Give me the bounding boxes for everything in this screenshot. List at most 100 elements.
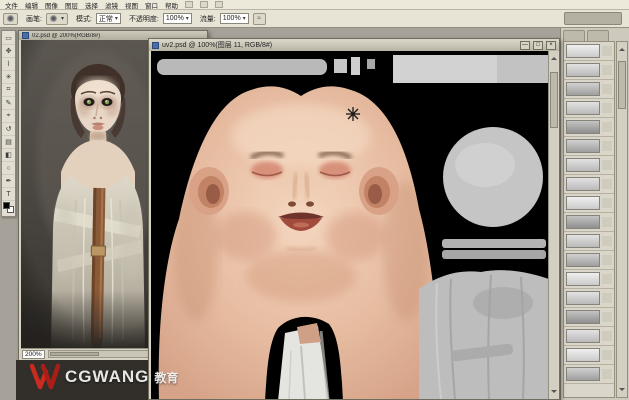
scroll-down-icon[interactable] [551,390,557,396]
uv-white-piece [278,323,329,399]
pen-tool[interactable]: ✒ [2,175,15,188]
scroll-up-icon[interactable] [619,45,625,51]
mode-select[interactable]: 正常 [96,13,121,24]
menu-item-file[interactable]: 文件 [5,0,18,10]
menu-item-help[interactable]: 帮助 [165,0,178,10]
eraser-icon: ▤ [5,138,12,146]
layer-thumbnail [566,253,600,267]
palette-well [564,12,622,25]
menu-item-filter[interactable]: 滤镜 [105,0,118,10]
clone-stamp-icon: ⌖ [7,112,11,120]
opacity-value: 100% [166,15,184,22]
layer-row[interactable] [564,137,614,156]
cgwang-logo-icon [30,364,60,390]
gradient-icon: ◧ [5,151,12,159]
layer-row[interactable] [564,99,614,118]
doc2-v-scrollbar[interactable] [548,51,558,399]
layer-name-area [602,236,612,246]
history-brush-tool[interactable]: ↺ [2,123,15,136]
menu-item-edit[interactable]: 编辑 [25,0,38,10]
lasso-tool[interactable]: ⌇ [2,58,15,71]
history-brush-icon: ↺ [6,125,12,133]
color-swatches[interactable] [2,201,15,215]
blur-tool[interactable]: ○ [2,162,15,175]
foreground-color-swatch[interactable] [3,202,10,209]
options-bar: 画笔: 模式: 正常 不透明度: 100% 流量: 100% ≈ [0,10,629,28]
brush-tool[interactable]: ✎ [2,97,15,110]
text-tool[interactable]: T [2,188,15,201]
menu-item-layer[interactable]: 图层 [65,0,78,10]
menu-item-image[interactable]: 图像 [45,0,58,10]
panel-tabs [561,28,629,41]
move-tool[interactable]: ✥ [2,45,15,58]
document-window-uv: uv2.psd @ 100%(图层 11, RGB/8#) — □ × [148,38,560,400]
active-tool-chip[interactable] [3,13,18,25]
layer-thumbnail [566,82,600,96]
doc2-scroll-thumb[interactable] [550,72,558,128]
brush-preset-icon [50,15,57,22]
layer-thumbnail [566,272,600,286]
layer-name-area [602,274,612,284]
watermark: CGWANG 教育 [30,356,178,398]
menu-item-window[interactable]: 窗口 [145,0,158,10]
doc2-titlebar[interactable]: uv2.psd @ 100%(图层 11, RGB/8#) — □ × [149,39,559,51]
layer-row[interactable] [564,289,614,308]
tool-palette: ▭ ✥ ⌇ ✳ ⌗ ✎ ⌖ ↺ ▤ ◧ ○ ✒ T [1,30,16,217]
panel-tab[interactable] [587,30,609,41]
layer-thumbnail [566,63,600,77]
flow-field[interactable]: 100% [220,13,249,24]
layer-row[interactable] [564,42,614,61]
toolbar-icon[interactable] [215,1,223,8]
psd-file-icon [22,32,29,39]
toolbar-icon[interactable] [200,1,208,8]
panel-scrollbar[interactable] [616,41,628,398]
layer-row[interactable] [564,80,614,99]
layer-row[interactable] [564,213,614,232]
layer-thumbnail [566,329,600,343]
layers-panel [563,41,615,398]
photoshop-app: 文件 编辑 图像 图层 选择 滤镜 视图 窗口 帮助 画笔: 模式: 正常 不透… [0,0,629,400]
layer-thumbnail [566,158,600,172]
layer-row[interactable] [564,251,614,270]
rect-marquee-tool[interactable]: ▭ [2,32,15,45]
scroll-down-icon[interactable] [619,388,625,394]
layer-row[interactable] [564,365,614,384]
layer-thumbnail [566,139,600,153]
brush-tool-icon: ✎ [6,99,12,107]
layer-name-area [602,350,612,360]
crop-tool[interactable]: ⌗ [2,84,15,97]
layer-row[interactable] [564,327,614,346]
layer-row[interactable] [564,175,614,194]
layer-row[interactable] [564,61,614,80]
magic-wand-tool[interactable]: ✳ [2,71,15,84]
layer-name-area [602,217,612,227]
close-button[interactable]: × [546,41,556,50]
layer-row[interactable] [564,118,614,137]
layer-name-area [602,65,612,75]
layer-row[interactable] [564,194,614,213]
layer-row[interactable] [564,232,614,251]
brush-preset-picker[interactable] [46,13,68,25]
layer-name-area [602,141,612,151]
menu-item-select[interactable]: 选择 [85,0,98,10]
doc2-canvas[interactable] [151,51,549,399]
scroll-up-icon[interactable] [551,54,557,60]
layer-row[interactable] [564,156,614,175]
minimize-button[interactable]: — [520,41,530,50]
toolbar-icon[interactable] [185,1,193,8]
airbrush-toggle-icon[interactable]: ≈ [253,13,266,25]
clone-stamp-tool[interactable]: ⌖ [2,110,15,123]
uv-gray-circle [443,127,543,227]
maximize-button[interactable]: □ [533,41,543,50]
uv-left-ear [189,167,229,215]
opacity-field[interactable]: 100% [163,13,192,24]
eraser-tool[interactable]: ▤ [2,136,15,149]
layer-row[interactable] [564,308,614,327]
panel-tab[interactable] [563,30,585,41]
layer-row[interactable] [564,270,614,289]
layer-row[interactable] [564,346,614,365]
panel-scroll-thumb[interactable] [618,61,626,109]
panels-dock [560,28,629,400]
menu-item-view[interactable]: 视图 [125,0,138,10]
gradient-tool[interactable]: ◧ [2,149,15,162]
